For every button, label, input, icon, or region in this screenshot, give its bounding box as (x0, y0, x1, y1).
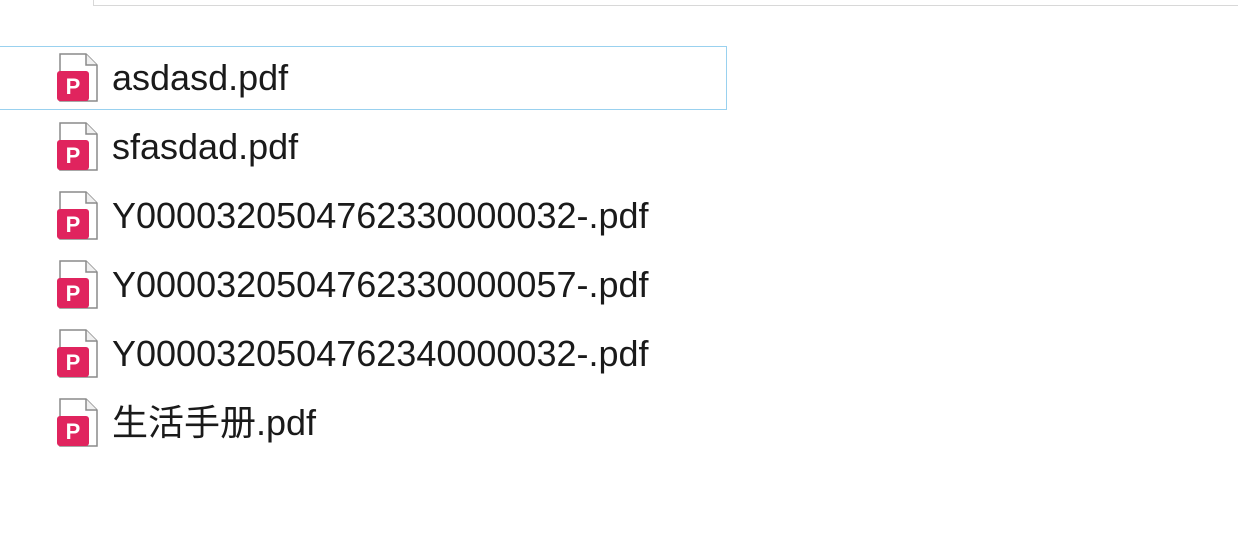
file-item[interactable]: P sfasdad.pdf (0, 115, 1238, 184)
file-name: sfasdad.pdf (112, 126, 299, 167)
svg-text:P: P (66, 212, 81, 237)
file-name: Y0000320504762330000032-.pdf (112, 195, 649, 236)
svg-text:P: P (66, 419, 81, 444)
file-name: 生活手册.pdf (112, 402, 317, 443)
file-item[interactable]: P Y0000320504762330000032-.pdf (0, 184, 1238, 253)
pdf-file-icon: P (57, 260, 98, 309)
svg-text:P: P (66, 143, 81, 168)
file-list: P asdasd.pdf P sfasdad.pdf P Y0000320504… (0, 46, 1238, 460)
pdf-file-icon: P (57, 398, 98, 447)
file-name: Y0000320504762330000057-.pdf (112, 264, 649, 305)
pdf-file-icon: P (57, 191, 98, 240)
svg-text:P: P (66, 74, 81, 99)
file-item[interactable]: P asdasd.pdf (0, 46, 1238, 115)
file-item[interactable]: P 生活手册.pdf (0, 391, 1238, 460)
pdf-file-icon: P (57, 122, 98, 171)
pdf-file-icon: P (57, 53, 98, 102)
svg-text:P: P (66, 281, 81, 306)
file-item[interactable]: P Y0000320504762330000057-.pdf (0, 253, 1238, 322)
svg-text:P: P (66, 350, 81, 375)
file-name: asdasd.pdf (112, 57, 289, 98)
file-item[interactable]: P Y0000320504762340000032-.pdf (0, 322, 1238, 391)
pdf-file-icon: P (57, 329, 98, 378)
file-name: Y0000320504762340000032-.pdf (112, 333, 649, 374)
address-bar-edge (93, 0, 1238, 6)
